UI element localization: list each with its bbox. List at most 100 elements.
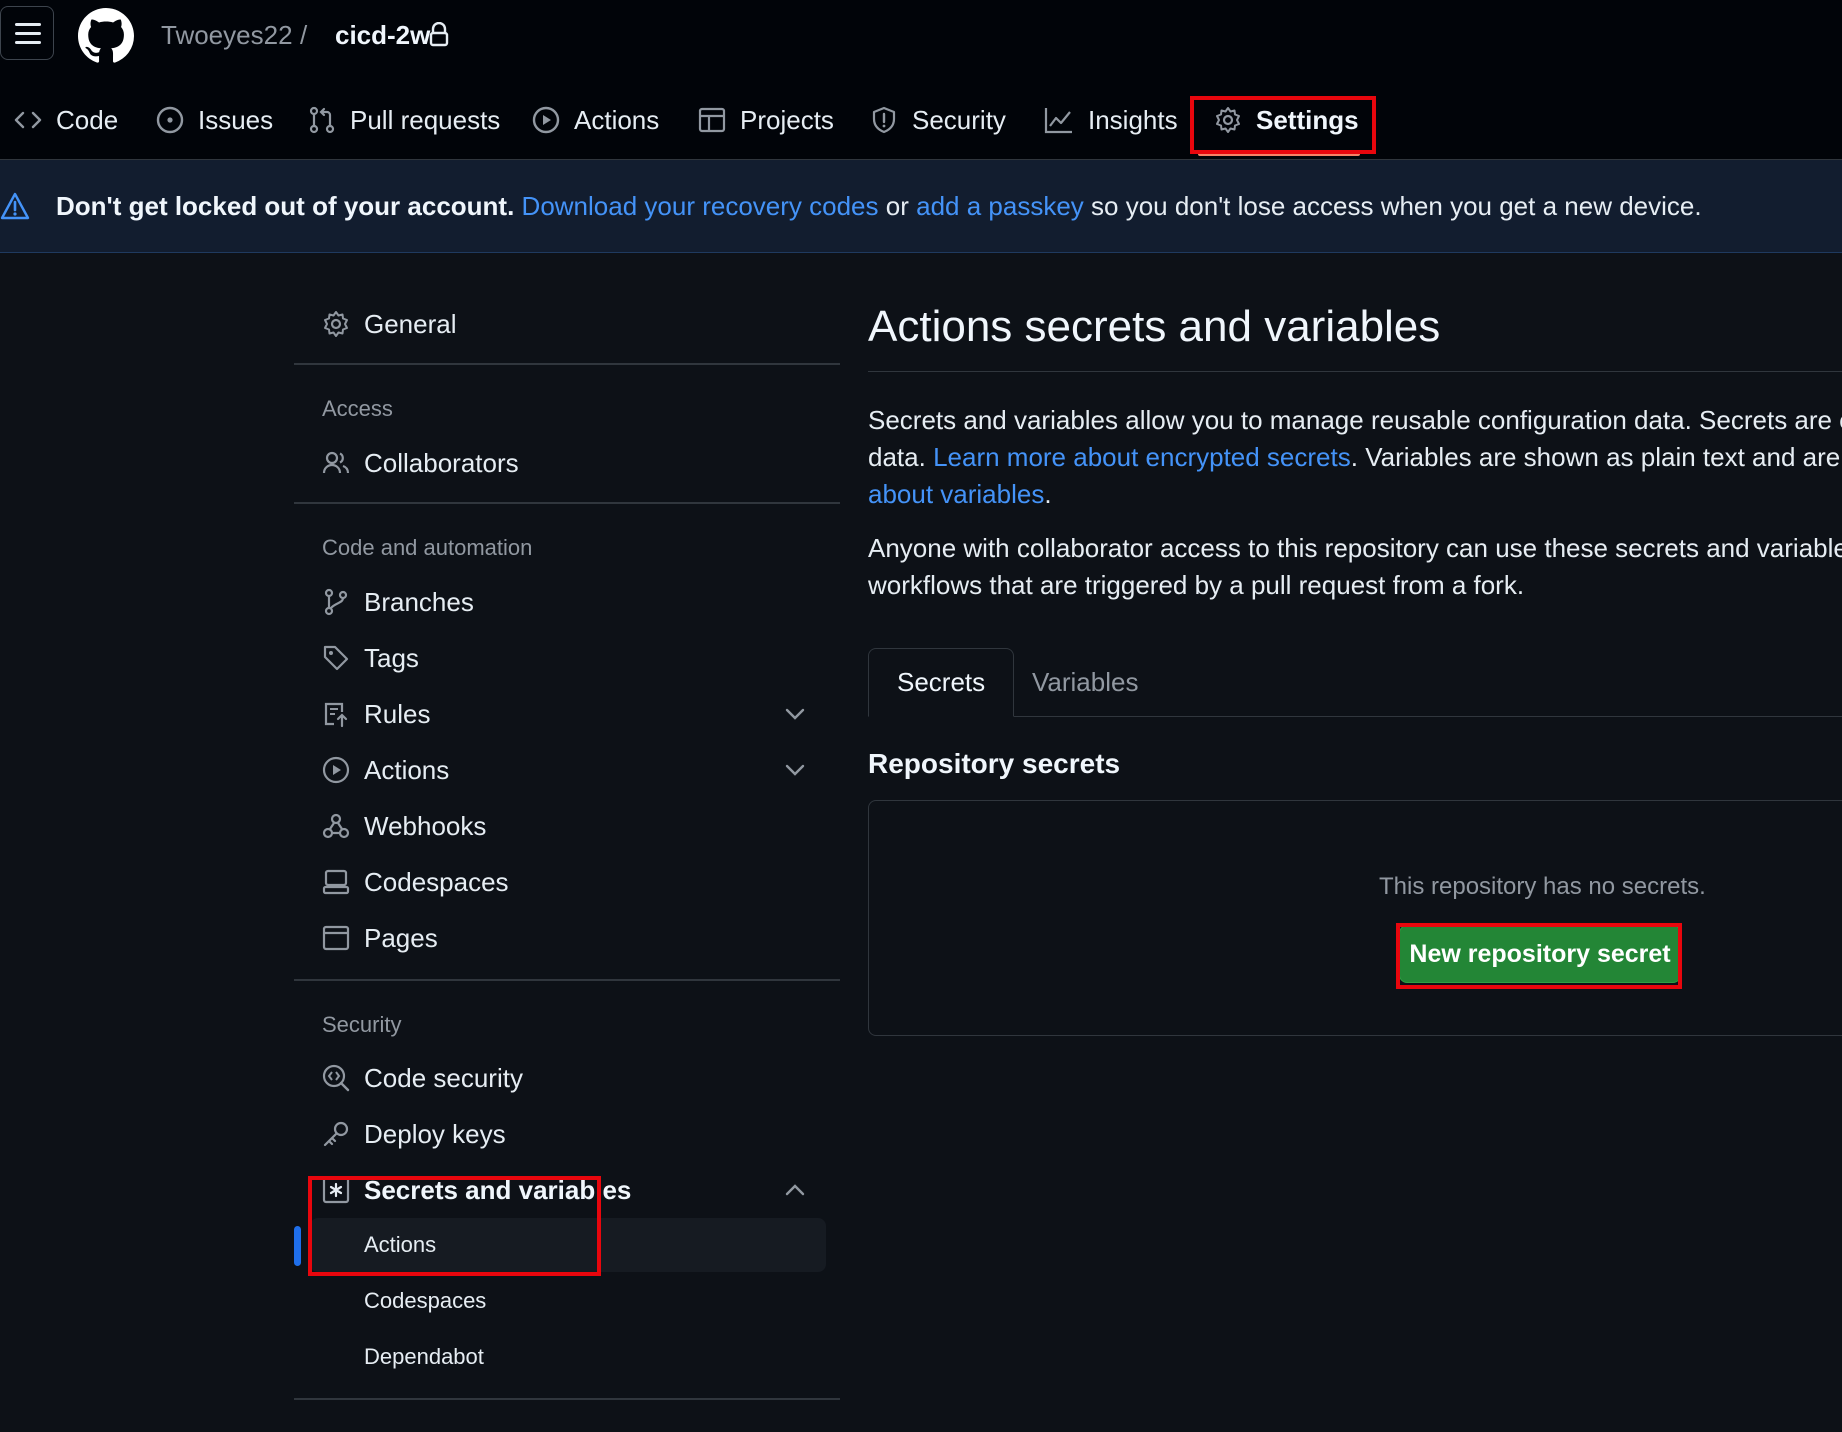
repo-push-icon <box>324 702 348 728</box>
repo-name-link[interactable]: cicd-2w <box>335 18 430 52</box>
access-note-line-1: Anyone with collaborator access to this … <box>868 533 1842 563</box>
sidebar-item-rules[interactable]: Rules <box>322 694 430 734</box>
tab-pull-requests[interactable]: Pull requests <box>308 100 500 140</box>
sidebar-item-actions[interactable]: Actions <box>322 750 449 790</box>
chevron-down-icon[interactable] <box>784 760 806 780</box>
sidebar-item-label: Codespaces <box>364 866 509 897</box>
secrets-variables-tabs: Secrets Variables <box>868 648 1842 717</box>
tab-security[interactable]: Security <box>870 100 1006 140</box>
description-text: data. <box>868 442 934 472</box>
security-banner: Don't get locked out of your account. Do… <box>0 160 1842 253</box>
breadcrumb-separator: / <box>300 20 308 50</box>
gear-icon <box>324 311 348 337</box>
key-icon <box>323 1121 349 1147</box>
sidebar-heading-security: Security <box>322 1012 402 1037</box>
tab-label: Security <box>912 104 1006 135</box>
sidebar-item-label: Tags <box>364 642 419 673</box>
annotation-highlight-settings <box>1190 96 1376 154</box>
tab-label: Issues <box>198 104 274 135</box>
description-text: Secrets and variables allow you to manag… <box>868 405 1840 435</box>
menu-button[interactable] <box>0 6 54 60</box>
sidebar-item-label: Deploy keys <box>364 1118 506 1149</box>
sidebar-item-code-security[interactable]: Code security <box>322 1058 523 1098</box>
sidebar-divider <box>294 363 840 365</box>
recovery-codes-link[interactable]: Download your recovery codes <box>522 191 879 221</box>
sidebar-item-tags[interactable]: Tags <box>322 638 419 678</box>
menu-icon-line <box>15 41 41 44</box>
empty-state-text: This repository has no secrets. <box>1379 873 1706 900</box>
people-icon <box>322 451 350 474</box>
page-title: Actions secrets and variables <box>868 302 1441 351</box>
sidebar-item-label: Actions <box>364 754 450 785</box>
codescan-icon <box>322 1064 350 1092</box>
tab-secrets[interactable]: Secrets <box>868 648 1015 717</box>
git-pull-request-icon <box>309 106 335 134</box>
chevron-up-icon[interactable] <box>784 1180 806 1200</box>
sidebar-subitem-dependabot[interactable]: Dependabot <box>364 1344 484 1370</box>
tab-variables[interactable]: Variables <box>1004 648 1166 716</box>
issue-opened-icon <box>156 106 184 134</box>
description-text: . <box>1044 479 1052 509</box>
play-icon <box>322 756 350 784</box>
banner-or: or <box>885 191 909 221</box>
lock-icon <box>429 22 449 47</box>
tab-label: Projects <box>740 104 834 135</box>
secrets-empty-state: This repository has no secrets. New repo… <box>868 800 1842 1036</box>
sidebar-item-label: Rules <box>364 698 431 729</box>
codespaces-icon <box>322 869 350 895</box>
sidebar-item-codespaces[interactable]: Codespaces <box>322 862 509 902</box>
tab-code[interactable]: Code <box>14 100 118 140</box>
repository-secrets-heading: Repository secrets <box>868 748 1121 779</box>
tab-insights[interactable]: Insights <box>1044 100 1178 140</box>
sidebar-item-general[interactable]: General <box>322 304 457 344</box>
sidebar-item-deploy-keys[interactable]: Deploy keys <box>322 1114 506 1154</box>
play-icon <box>532 106 560 134</box>
webhook-icon <box>322 813 350 839</box>
description-line-2: data. Learn more about encrypted secrets… <box>868 439 1842 476</box>
annotation-highlight-new-secret <box>1396 923 1682 989</box>
tab-actions[interactable]: Actions <box>532 100 659 140</box>
variables-link[interactable]: about variables <box>868 479 1044 509</box>
shield-icon <box>872 106 896 134</box>
tab-label: Pull requests <box>350 104 501 135</box>
sidebar-heading-code-automation: Code and automation <box>322 535 533 560</box>
repo-owner-link[interactable]: Twoeyes22 <box>161 18 293 52</box>
code-icon <box>14 111 42 129</box>
sidebar-heading-access: Access <box>322 396 393 421</box>
sidebar-item-label: Collaborators <box>364 447 519 478</box>
sidebar-item-collaborators[interactable]: Collaborators <box>322 443 519 483</box>
tab-label: Code <box>56 104 119 135</box>
git-branch-icon <box>324 588 348 616</box>
alert-icon <box>0 192 30 220</box>
table-icon <box>698 107 726 133</box>
sidebar-divider <box>294 502 840 504</box>
description-line-3: about variables. <box>868 476 1052 513</box>
sidebar-item-webhooks[interactable]: Webhooks <box>322 806 486 846</box>
description-text: . Variables are shown as plain text and … <box>1350 442 1842 472</box>
title-divider <box>868 371 1842 372</box>
menu-icon-line <box>15 32 41 35</box>
sidebar-subitem-codespaces[interactable]: Codespaces <box>364 1288 486 1314</box>
tab-projects[interactable]: Projects <box>698 100 834 140</box>
github-logo[interactable] <box>78 8 134 64</box>
menu-icon <box>15 23 41 26</box>
banner-rest: so you don't lose access when you get a … <box>1091 191 1702 221</box>
access-note-line-2: workflows that are triggered by a pull r… <box>868 570 1525 600</box>
sidebar-item-pages[interactable]: Pages <box>322 918 438 958</box>
sidebar-item-label: Pages <box>364 922 438 953</box>
browser-icon <box>322 925 350 951</box>
active-item-indicator <box>294 1226 301 1266</box>
encrypted-secrets-link[interactable]: Learn more about encrypted secrets <box>933 442 1351 472</box>
sidebar-item-branches[interactable]: Branches <box>322 582 474 622</box>
banner-message: Don't get locked out of your account. Do… <box>56 189 1702 223</box>
sidebar-item-label: Branches <box>364 586 474 617</box>
sidebar-item-label: Webhooks <box>364 810 487 841</box>
tab-issues[interactable]: Issues <box>156 100 273 140</box>
add-passkey-link[interactable]: add a passkey <box>916 191 1084 221</box>
repo-header: Twoeyes22 / cicd-2w Code Issues Pull req… <box>0 0 1842 160</box>
description-line-1: Secrets and variables allow you to manag… <box>868 402 1842 439</box>
tag-icon <box>323 645 349 671</box>
chevron-down-icon[interactable] <box>784 704 806 724</box>
graph-icon <box>1044 108 1072 134</box>
annotation-highlight-secrets <box>308 1176 601 1276</box>
